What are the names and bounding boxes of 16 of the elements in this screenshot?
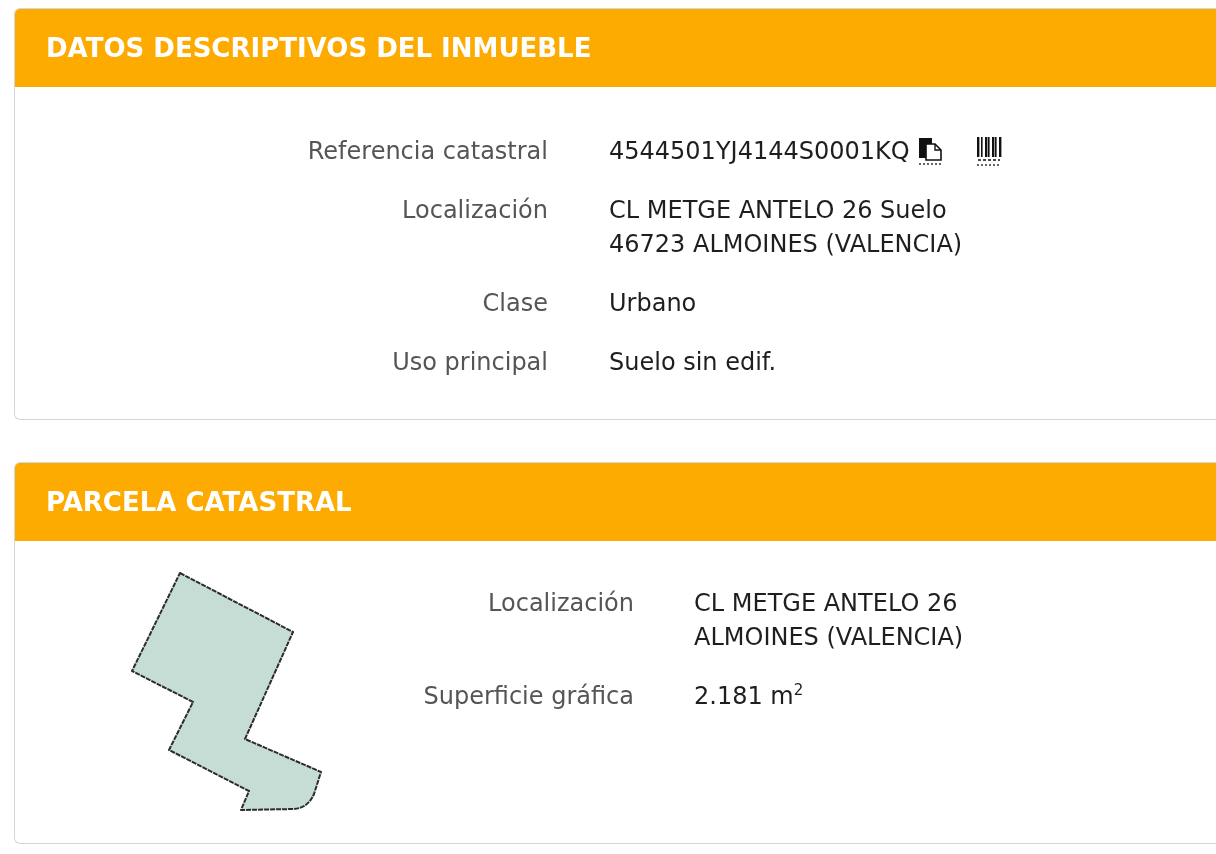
field-label: Uso principal: [391, 347, 548, 378]
field-label: Superficie gráfica: [422, 681, 634, 712]
barcode-icon[interactable]: [975, 136, 1002, 166]
field-label: Localización: [401, 195, 548, 226]
panel-title: DATOS DESCRIPTIVOS DEL INMUEBLE: [15, 9, 1216, 87]
copy-icon[interactable]: [917, 137, 944, 165]
field-label: Referencia catastral: [306, 136, 548, 167]
panel-title: PARCELA CATASTRAL: [15, 463, 1216, 541]
field-value: Urbano: [609, 288, 697, 319]
field-value: 4544501YJ4144S0001KQ: [609, 136, 910, 167]
field-value: 2.181 m$^{2}$: [694, 680, 804, 712]
field-label: Localización: [487, 588, 634, 619]
field-value: CL METGE ANTELO 26 Suelo 46723 ALMOINES (VALENCIA): [609, 195, 963, 260]
field-value: Suelo sin edif.: [609, 347, 777, 378]
field-value: CL METGE ANTELO 26 ALMOINES (VALENCIA): [694, 588, 964, 653]
field-label: Clase: [481, 288, 548, 319]
